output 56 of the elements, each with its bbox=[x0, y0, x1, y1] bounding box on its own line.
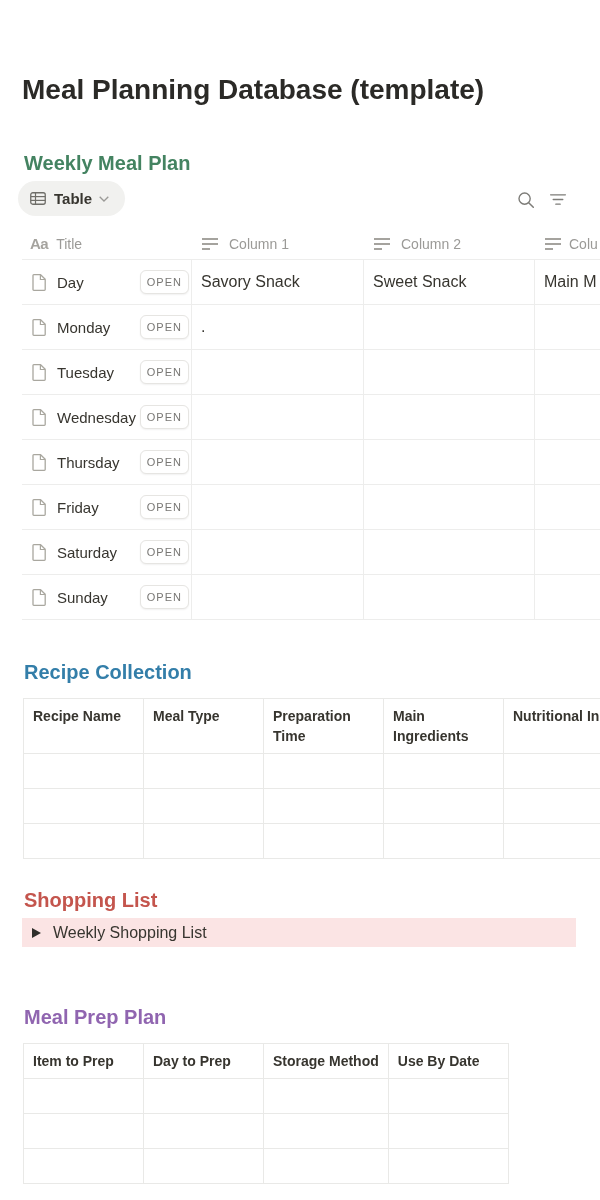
open-button[interactable]: OPEN bbox=[139, 495, 189, 519]
view-switcher-button[interactable]: Table bbox=[18, 181, 126, 216]
page-title: Meal Planning Database (template) bbox=[22, 73, 485, 107]
table-cell: Savory Snack bbox=[192, 260, 364, 304]
open-button[interactable]: OPEN bbox=[139, 585, 189, 609]
column-header[interactable]: Column 1 bbox=[192, 228, 364, 259]
table-cell-text: Main M bbox=[543, 272, 598, 292]
document-icon bbox=[32, 588, 46, 606]
section-heading: Meal Prep Plan bbox=[24, 1005, 167, 1030]
document-icon bbox=[32, 408, 46, 426]
open-button[interactable]: OPEN bbox=[139, 540, 189, 564]
caret-icon[interactable] bbox=[32, 927, 41, 938]
document-icon bbox=[32, 273, 46, 291]
document-icon bbox=[32, 543, 46, 561]
row-title[interactable]: Tuesday bbox=[57, 363, 114, 381]
section-heading: Shopping List bbox=[24, 888, 158, 913]
text-lines-icon bbox=[202, 237, 218, 250]
row-title[interactable]: Sunday bbox=[57, 588, 108, 606]
document-icon bbox=[32, 498, 46, 516]
text-lines-icon bbox=[374, 237, 390, 250]
section-heading: Weekly Meal Plan bbox=[24, 151, 191, 176]
table-icon bbox=[30, 192, 46, 205]
row-title[interactable]: Day bbox=[57, 273, 84, 291]
column-header: Recipe Name bbox=[24, 699, 144, 754]
row-title[interactable]: Friday bbox=[57, 498, 99, 516]
row-title[interactable]: Thursday bbox=[57, 453, 120, 471]
column-header: Nutritional In bbox=[504, 699, 600, 754]
column-header: Storage Method bbox=[264, 1044, 389, 1079]
column-header[interactable]: Column 2 bbox=[364, 228, 535, 259]
search-icon[interactable] bbox=[518, 191, 534, 208]
row-title[interactable]: Monday bbox=[57, 318, 111, 336]
column-header[interactable]: Colu bbox=[535, 228, 600, 259]
column-header: Use By Date bbox=[388, 1044, 509, 1079]
chevron-down-icon bbox=[99, 195, 110, 202]
column-header[interactable]: Aa Title bbox=[22, 228, 192, 259]
document-icon bbox=[32, 453, 46, 471]
open-button[interactable]: OPEN bbox=[139, 360, 189, 384]
filter-icon[interactable] bbox=[550, 194, 566, 205]
column-header: Item to Prep bbox=[24, 1044, 144, 1079]
document-icon bbox=[32, 318, 46, 336]
open-button[interactable]: OPEN bbox=[139, 450, 189, 474]
table-cell: Sweet Snack bbox=[364, 260, 535, 304]
table-cell: . bbox=[192, 305, 364, 349]
open-button[interactable]: OPEN bbox=[139, 315, 189, 339]
column-header: Main Ingredients bbox=[384, 699, 504, 754]
text-lines-icon bbox=[545, 237, 561, 250]
open-button[interactable]: OPEN bbox=[139, 405, 189, 429]
column-header: Preparation Time bbox=[264, 699, 384, 754]
row-title[interactable]: Saturday bbox=[57, 543, 118, 561]
open-button[interactable]: OPEN bbox=[139, 270, 189, 294]
row-title[interactable]: Wednesday bbox=[57, 408, 136, 426]
column-header: Meal Type bbox=[144, 699, 264, 754]
column-header: Day to Prep bbox=[144, 1044, 264, 1079]
toggle-label[interactable]: Weekly Shopping List bbox=[53, 923, 207, 942]
section-heading: Recipe Collection bbox=[24, 660, 192, 685]
document-icon bbox=[32, 363, 46, 381]
